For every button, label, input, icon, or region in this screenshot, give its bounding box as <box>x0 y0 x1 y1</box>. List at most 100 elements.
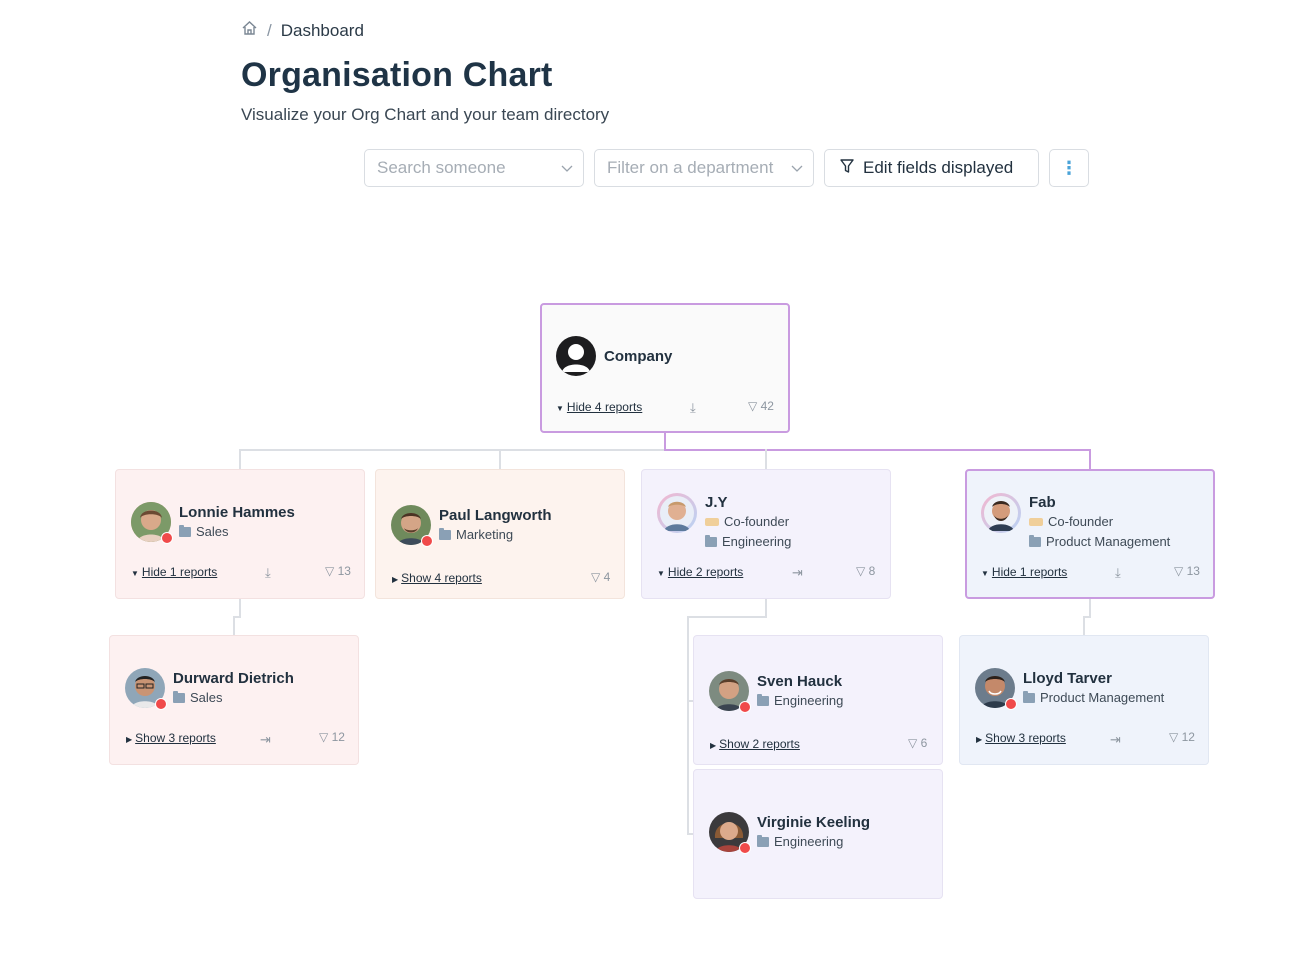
breadcrumb-current[interactable]: Dashboard <box>281 21 364 41</box>
connector <box>765 449 767 470</box>
org-card-paul-langworth[interactable]: Paul Langworth Marketing ▶ Show 4 reports… <box>375 469 625 599</box>
tag-icon <box>705 517 719 526</box>
card-name: Paul Langworth <box>439 507 552 524</box>
search-someone-select[interactable]: Search someone <box>364 149 584 187</box>
folder-icon <box>439 527 451 540</box>
org-card-company[interactable]: Company ▼ Hide 4 reports ⤓ ▽ 42 <box>540 303 790 433</box>
department: Product Management <box>1029 534 1170 549</box>
headcount-value: 42 <box>760 399 774 413</box>
avatar <box>981 493 1021 533</box>
headcount-value: 8 <box>868 564 876 578</box>
headcount-value: 13 <box>1186 564 1200 578</box>
caret-right-icon: ▶ <box>976 735 983 744</box>
connector <box>1089 449 1091 470</box>
reports-label: Hide 1 reports <box>141 565 218 579</box>
job-title-label: Co-founder <box>724 514 790 529</box>
collapse-to-right-icon[interactable]: ⇥ <box>260 732 271 748</box>
headcount: ▽ 12 <box>319 730 345 744</box>
headcount: ▽ 4 <box>591 570 611 584</box>
department-filter-select[interactable]: Filter on a department <box>594 149 814 187</box>
card-name: Virginie Keeling <box>757 814 871 831</box>
department-label: Sales <box>190 690 223 705</box>
department: Engineering <box>705 534 791 549</box>
page-title: Organisation Chart <box>241 56 553 94</box>
connector <box>233 616 235 636</box>
collapse-to-right-icon[interactable]: ⇥ <box>792 565 803 581</box>
connector <box>239 598 241 617</box>
toggle-reports-link[interactable]: ▼ Hide 1 reports <box>981 565 1067 579</box>
status-indicator <box>739 701 751 713</box>
headcount-value: 13 <box>337 564 351 578</box>
toggle-reports-link[interactable]: ▼ Hide 1 reports <box>131 565 217 579</box>
caret-right-icon: ▶ <box>126 735 133 744</box>
toggle-reports-link[interactable]: ▶ Show 4 reports <box>392 571 482 585</box>
org-card-durward-dietrich[interactable]: Durward Dietrich Sales ▶ Show 3 reports ⇥… <box>109 635 359 765</box>
card-name: Fab <box>1029 494 1056 511</box>
department-label: Product Management <box>1040 690 1165 705</box>
department: Product Management <box>1023 690 1164 705</box>
status-indicator <box>1005 698 1017 710</box>
toggle-reports-link[interactable]: ▶ Show 3 reports <box>976 731 1066 745</box>
connector <box>499 449 501 470</box>
chevron-down-icon <box>561 158 573 178</box>
caret-right-icon: ▶ <box>710 741 717 750</box>
headcount: ▽ 13 <box>325 564 351 578</box>
folder-icon <box>1029 534 1041 547</box>
card-name: Company <box>604 348 673 365</box>
reports-label: Show 3 reports <box>135 731 216 745</box>
connector <box>765 598 767 617</box>
card-name: Lonnie Hammes <box>179 504 295 521</box>
org-card-fab[interactable]: Fab Co-founder Product Management ▼ Hide … <box>965 469 1215 599</box>
edit-fields-button[interactable]: Edit fields displayed <box>824 149 1039 187</box>
toggle-reports-link[interactable]: ▼ Hide 2 reports <box>657 565 743 579</box>
connector <box>1083 616 1085 636</box>
caret-right-icon: ▶ <box>392 575 399 584</box>
headcount-value: 12 <box>1181 730 1195 744</box>
department-placeholder: Filter on a department <box>607 158 774 177</box>
folder-icon <box>173 690 185 703</box>
reports-label: Show 4 reports <box>401 571 482 585</box>
download-icon[interactable]: ⤓ <box>1115 565 1121 581</box>
filter-icon <box>839 158 855 179</box>
toggle-reports-link[interactable]: ▼ Hide 4 reports <box>556 400 642 414</box>
department: Sales <box>173 690 223 705</box>
folder-icon <box>705 534 717 547</box>
tag-icon <box>1029 517 1043 526</box>
connector <box>687 616 689 834</box>
org-card-virginie-keeling[interactable]: Virginie Keeling Engineering <box>693 769 943 899</box>
folder-icon <box>757 693 769 706</box>
home-icon[interactable] <box>241 20 258 41</box>
connector <box>687 616 767 618</box>
org-card-jy[interactable]: J.Y Co-founder Engineering ▼ Hide 2 repor… <box>641 469 891 599</box>
more-options-button[interactable]: ⋮ <box>1049 149 1089 187</box>
download-icon[interactable]: ⤓ <box>690 400 696 416</box>
card-name: Lloyd Tarver <box>1023 670 1112 687</box>
department-label: Product Management <box>1046 534 1171 549</box>
status-indicator <box>739 842 751 854</box>
department: Sales <box>179 524 229 539</box>
page-subtitle: Visualize your Org Chart and your team d… <box>241 105 610 124</box>
org-card-sven-hauck[interactable]: Sven Hauck Engineering ▶ Show 2 reports ▽… <box>693 635 943 765</box>
download-icon[interactable]: ⤓ <box>265 565 271 581</box>
caret-down-icon: ▼ <box>657 569 665 578</box>
headcount: ▽ 8 <box>856 564 876 578</box>
org-card-lonnie-hammes[interactable]: Lonnie Hammes Sales ▼ Hide 1 reports ⤓ ▽ … <box>115 469 365 599</box>
department: Engineering <box>757 834 843 849</box>
reports-label: Hide 4 reports <box>566 400 643 414</box>
job-title: Co-founder <box>705 514 789 529</box>
org-card-lloyd-tarver[interactable]: Lloyd Tarver Product Management ▶ Show 3 … <box>959 635 1209 765</box>
status-indicator <box>421 535 433 547</box>
collapse-to-right-icon[interactable]: ⇥ <box>1110 732 1121 748</box>
toggle-reports-link[interactable]: ▶ Show 2 reports <box>710 737 800 751</box>
status-indicator <box>161 532 173 544</box>
caret-down-icon: ▼ <box>981 569 989 578</box>
department-label: Sales <box>196 524 229 539</box>
status-indicator <box>155 698 167 710</box>
breadcrumb-separator: / <box>267 20 272 40</box>
reports-label: Hide 1 reports <box>991 565 1068 579</box>
connector <box>664 449 1091 451</box>
card-name: Durward Dietrich <box>173 670 294 687</box>
company-avatar-icon <box>556 336 596 376</box>
toggle-reports-link[interactable]: ▶ Show 3 reports <box>126 731 216 745</box>
folder-icon <box>1023 690 1035 703</box>
